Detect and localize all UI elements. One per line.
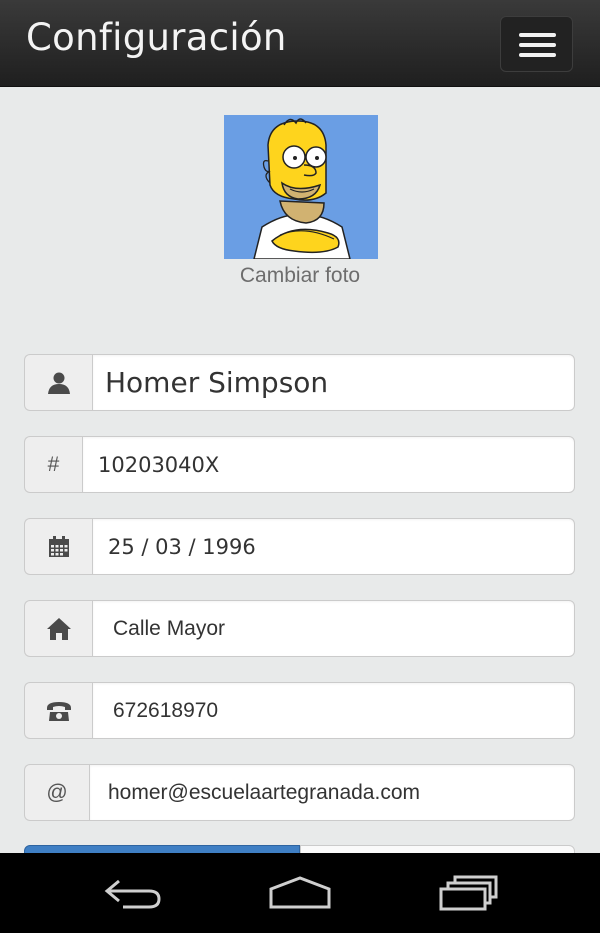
menu-bar	[519, 43, 556, 47]
hash-icon: #	[47, 452, 60, 476]
calendar-icon	[48, 535, 69, 557]
top-navbar: Configuración	[0, 0, 600, 87]
recents-icon[interactable]	[438, 873, 498, 913]
phone-input[interactable]: 672618970	[92, 682, 575, 739]
phone-field-group: 672618970	[24, 682, 575, 739]
email-addon: @	[24, 764, 89, 821]
address-input[interactable]: Calle Mayor	[92, 600, 575, 657]
system-navigation-bar	[0, 853, 600, 933]
id-field-group: # 10203040X	[24, 436, 575, 493]
user-icon	[47, 372, 70, 394]
name-addon	[24, 354, 92, 411]
home-nav-icon[interactable]	[268, 873, 332, 913]
id-number-input[interactable]: 10203040X	[82, 436, 575, 493]
birthdate-addon	[24, 518, 92, 575]
email-input[interactable]: homer@escuelaartegranada.com	[89, 764, 575, 821]
menu-bar	[519, 53, 556, 57]
change-photo-link[interactable]: Cambiar foto	[200, 264, 400, 288]
phone-icon	[46, 701, 71, 721]
at-icon: @	[46, 780, 68, 804]
homer-avatar-image	[224, 115, 378, 259]
home-icon	[46, 617, 71, 640]
name-input[interactable]: Homer Simpson	[92, 354, 575, 411]
birthdate-input[interactable]: 25 / 03 / 1996	[92, 518, 575, 575]
page-title: Configuración	[26, 16, 287, 59]
birthdate-field-group: 25 / 03 / 1996	[24, 518, 575, 575]
menu-bar	[519, 33, 556, 37]
phone-addon	[24, 682, 92, 739]
address-field-group: Calle Mayor	[24, 600, 575, 657]
email-field-group: @ homer@escuelaartegranada.com	[24, 764, 575, 821]
profile-avatar[interactable]	[224, 115, 378, 259]
menu-button[interactable]	[500, 16, 573, 72]
name-field-group: Homer Simpson	[24, 354, 575, 411]
address-addon	[24, 600, 92, 657]
back-icon[interactable]	[103, 873, 161, 913]
id-addon: #	[24, 436, 82, 493]
